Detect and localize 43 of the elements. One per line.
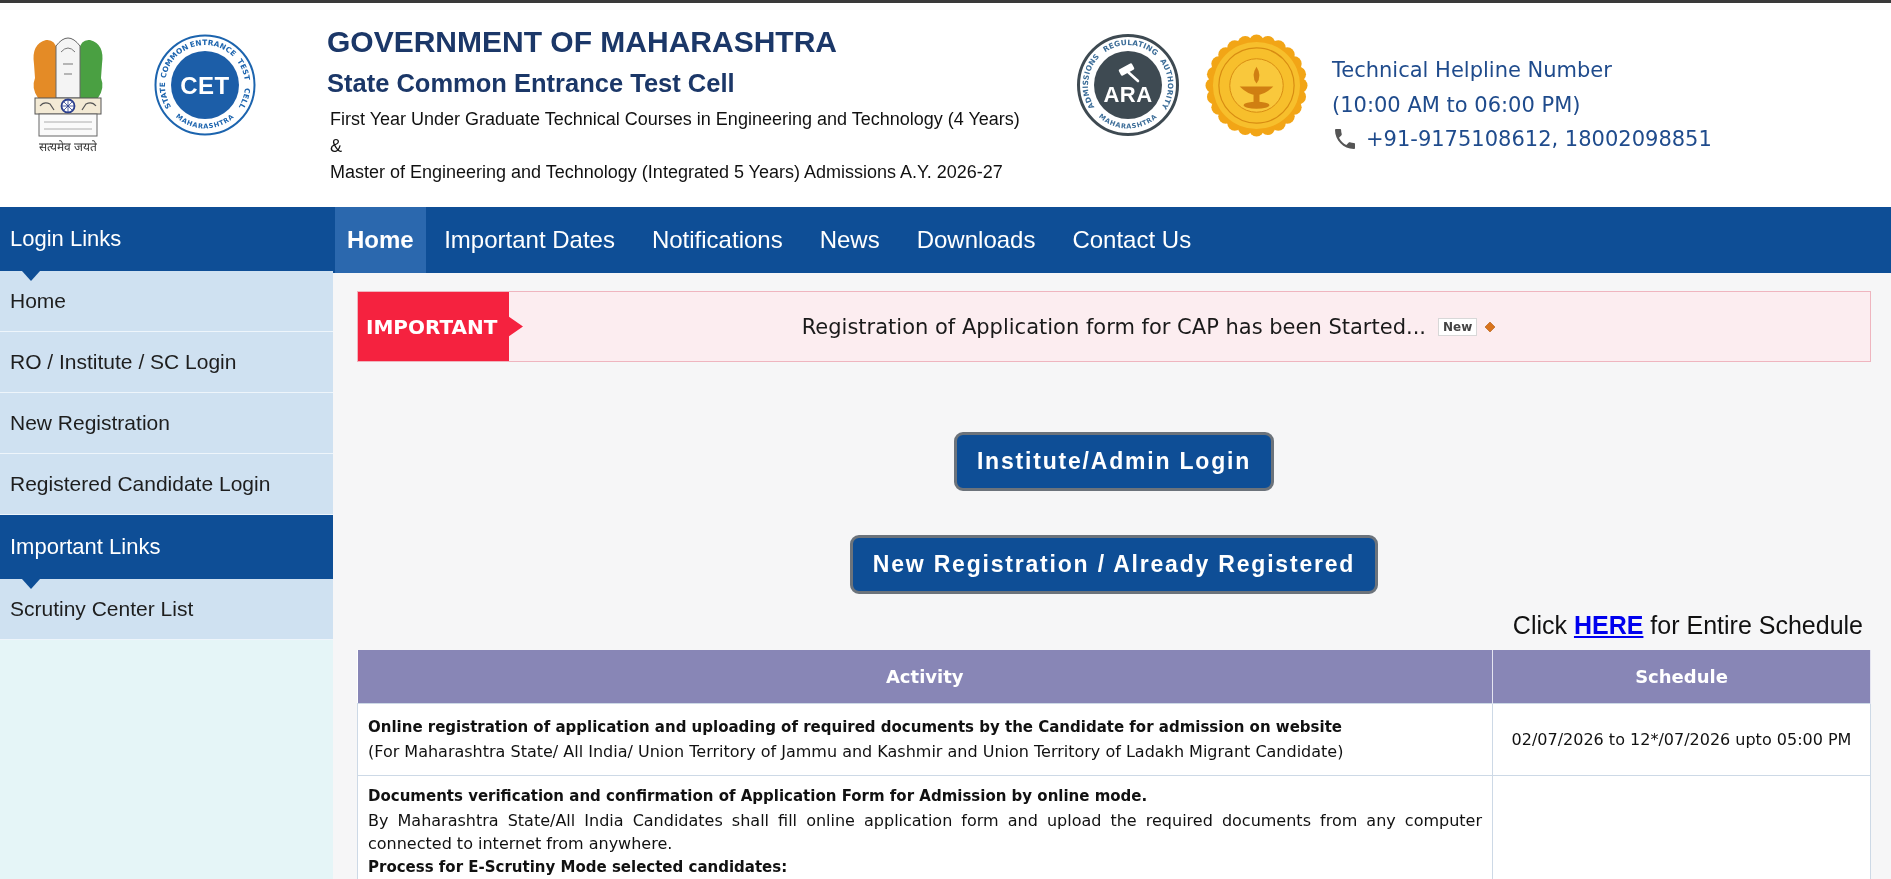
gavel-icon — [1118, 62, 1140, 83]
nav-tab[interactable]: Home — [335, 207, 426, 273]
sidebar-link[interactable]: RO / Institute / SC Login — [0, 332, 333, 393]
nav-tab[interactable]: Important Dates — [425, 207, 634, 273]
nav-tab[interactable]: Contact Us — [1053, 207, 1210, 273]
action-button[interactable]: Institute/Admin Login — [953, 432, 1275, 491]
logo-lettering: ARA — [1103, 82, 1153, 107]
sidebar-link[interactable]: Registered Candidate Login — [0, 454, 333, 515]
emblem-motto: सत्यमेव जयते — [38, 139, 98, 155]
notice-message[interactable]: Registration of Application form for CAP has been Started... — [801, 314, 1426, 339]
sidebar-heading: Login Links — [0, 207, 333, 271]
seal-icon — [1205, 34, 1308, 137]
sidebar-link[interactable]: Home — [0, 271, 333, 332]
nav-tab[interactable]: News — [801, 207, 899, 273]
course-description: & — [329, 134, 343, 158]
helpline-hours: (10:00 AM to 06:00 PM) — [1332, 91, 1582, 119]
important-tag: IMPORTANT — [358, 292, 523, 361]
action-button[interactable]: New Registration / Already Registered — [849, 535, 1379, 594]
site-subtitle: State Common Entrance Test Cell — [327, 68, 736, 99]
nav-tab[interactable]: Downloads — [898, 207, 1054, 273]
column-header: Schedule — [1492, 650, 1871, 704]
diamond-icon — [1485, 321, 1496, 332]
activity-title: Online registration of application and uploading of required documents by the Candidate for admission on website — [368, 717, 1343, 738]
activity-title: Process for E-Scrutiny Mode selected candidates: — [368, 856, 789, 878]
sidebar-link[interactable]: Scrutiny Center List — [0, 579, 333, 640]
helpline-title: Technical Helpline Number — [1332, 57, 1613, 84]
table-cell: 02/07/2026 to 12*/07/2026 upto 05:00 PM — [1492, 703, 1871, 776]
course-description: Master of Engineering and Technology (Integrated 5 Years) Admissions A.Y. 2026-27 — [329, 161, 1004, 184]
nav-tab[interactable]: Notifications — [633, 207, 802, 273]
course-description: First Year Under Graduate Technical Courses in Engineering and Technology (4 Years) — [329, 108, 1021, 131]
activity-description: (For Maharashtra State/ All India/ Union Territory of Jammu and Kashmir and Union Territory of Ladakh Migrant Candidate) — [368, 740, 1345, 763]
logo-lettering: CET — [180, 72, 230, 99]
activity-title: Documents verification and confirmation of Application Form for Admission by online mode. — [368, 786, 1149, 807]
helpline-phone: +91-9175108612, 18002098851 — [1366, 126, 1712, 153]
here-link[interactable]: HERE — [1573, 611, 1644, 639]
site-title: GOVERNMENT OF MAHARASHTRA — [327, 24, 838, 60]
new-badge: New — [1438, 317, 1478, 336]
phone-icon — [1335, 129, 1355, 150]
schedule-link-text: Click HERE for Entire Schedule — [1511, 611, 1864, 639]
sidebar-link[interactable]: New Registration — [0, 393, 333, 454]
sidebar-heading: Important Links — [0, 515, 333, 579]
column-header: Activity — [357, 650, 1493, 704]
activity-description: By Maharashtra State/All India Candidates shall fill online application form and upload the required documents from any computer connected to internet from anywhere. — [368, 809, 1482, 855]
